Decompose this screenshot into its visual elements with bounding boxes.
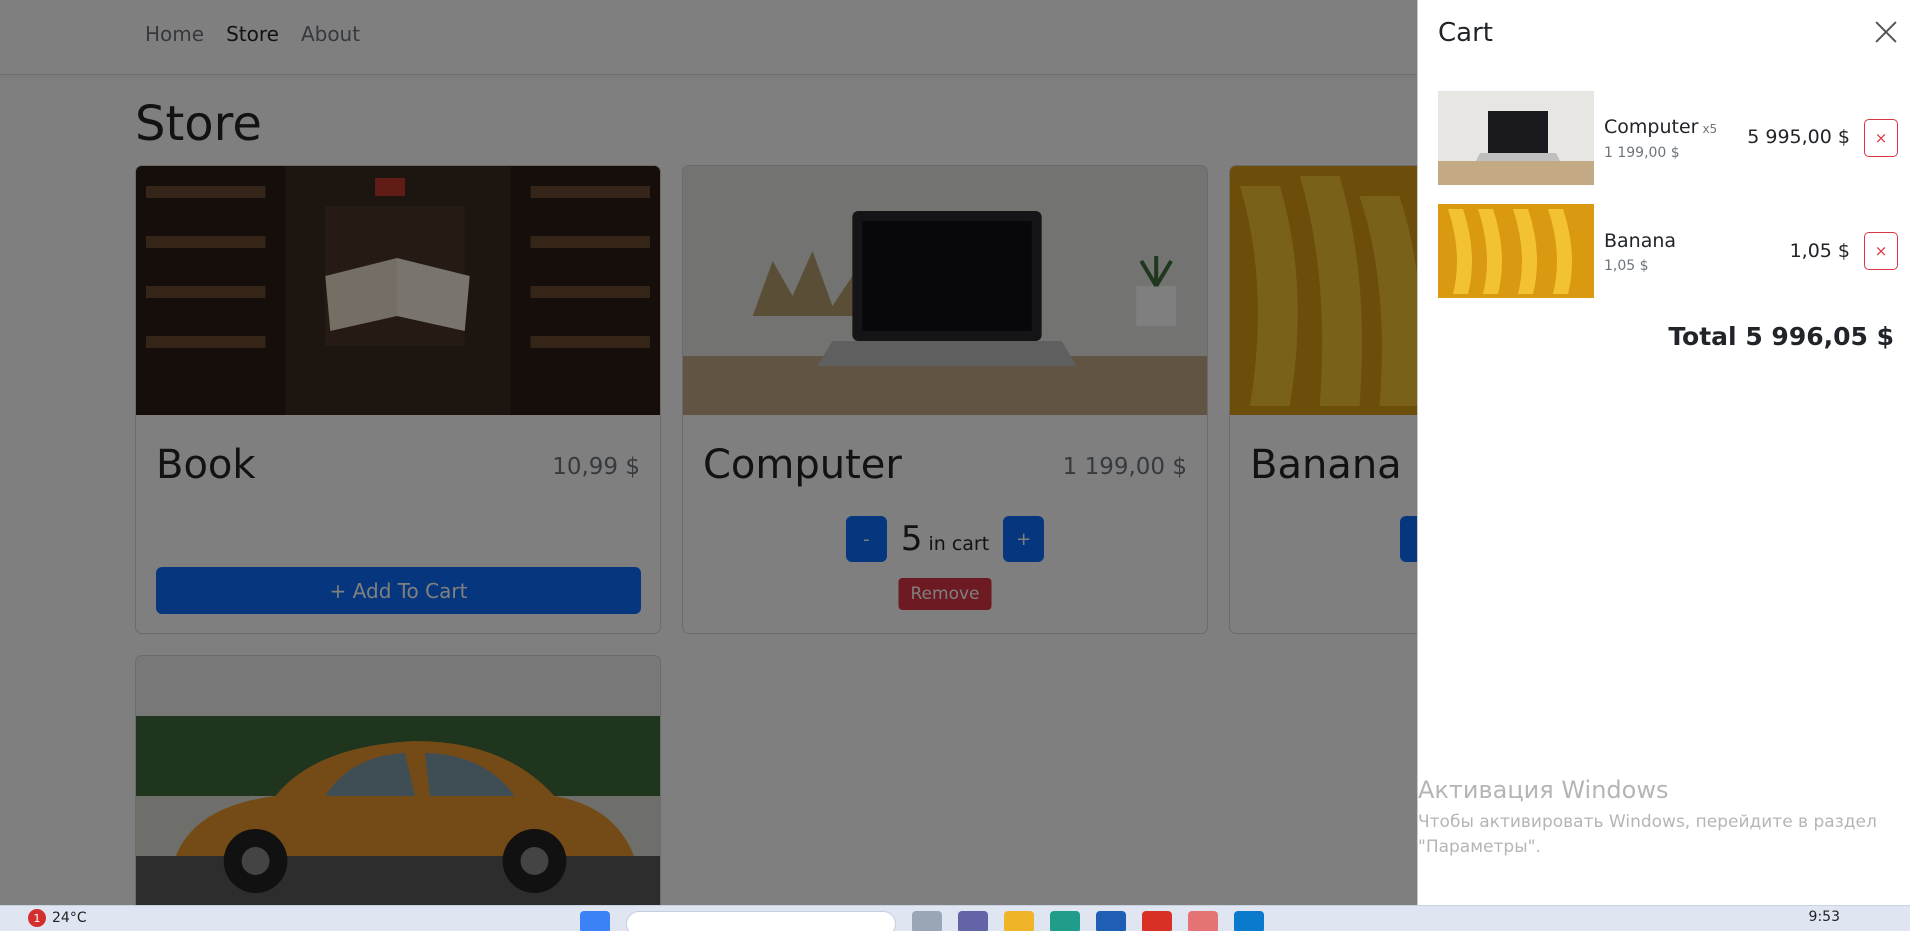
notification-badge: 1 — [28, 909, 46, 927]
remove-cart-item-button[interactable]: × — [1864, 232, 1898, 270]
offcanvas-backdrop[interactable] — [0, 0, 1417, 905]
cart-offcanvas: Cart Computerx5 1 199,00 $ 5 995,00 $ × — [1417, 0, 1910, 905]
clock[interactable]: 9:53 — [1809, 909, 1840, 925]
vscode-icon[interactable] — [1234, 911, 1264, 931]
app-icon[interactable] — [1188, 911, 1218, 931]
cart-item-image — [1438, 204, 1594, 298]
temperature: 24°C — [52, 910, 87, 926]
cart-item-computer: Computer x5 1 199,00 $ 5 995,00 $ × — [1438, 91, 1898, 185]
cart-item-unit-price: 1,05 $ — [1604, 258, 1649, 274]
taskbar: 1 24°C 9:53 — [0, 905, 1910, 931]
cart-item-name-text: Computer — [1604, 116, 1699, 138]
chrome-icon[interactable] — [1142, 911, 1172, 931]
close-icon[interactable] — [1872, 18, 1900, 46]
teams-icon[interactable] — [958, 911, 988, 931]
cart-item-image — [1438, 91, 1594, 185]
task-view-icon[interactable] — [912, 911, 942, 931]
taskbar-apps — [580, 911, 1264, 931]
cart-item-banana: Banana 1,05 $ 1,05 $ × — [1438, 204, 1898, 298]
store-icon[interactable] — [1096, 911, 1126, 931]
watermark-text: Чтобы активировать Windows, перейдите в … — [1418, 812, 1877, 857]
cart-item-total: 1,05 $ — [1789, 240, 1850, 262]
edge-icon[interactable] — [1050, 911, 1080, 931]
start-icon[interactable] — [580, 911, 610, 931]
windows-activation-watermark: Активация Windows Чтобы активировать Win… — [1418, 776, 1878, 859]
cart-item-quantity: x5 — [1702, 122, 1718, 136]
watermark-title: Активация Windows — [1418, 776, 1669, 804]
taskbar-search-input[interactable] — [626, 911, 896, 931]
file-explorer-icon[interactable] — [1004, 911, 1034, 931]
cart-item-name: Banana — [1604, 230, 1677, 252]
cart-title: Cart — [1438, 18, 1493, 48]
cart-item-total: 5 995,00 $ — [1747, 126, 1850, 148]
cart-item-unit-price: 1 199,00 $ — [1604, 145, 1680, 161]
cart-total: Total 5 996,05 $ — [1668, 322, 1894, 351]
weather-widget[interactable]: 1 24°C — [28, 909, 87, 927]
cart-item-name: Computer x5 — [1604, 116, 1717, 138]
remove-cart-item-button[interactable]: × — [1864, 119, 1898, 157]
